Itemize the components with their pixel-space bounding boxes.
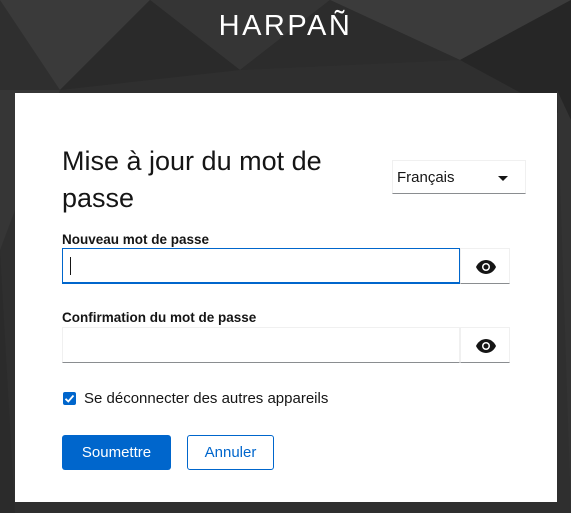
logout-others-label: Se déconnecter des autres appareils	[84, 390, 329, 407]
new-password-label: Nouveau mot de passe	[62, 232, 210, 247]
page-title: Mise à jour du mot de passe	[62, 146, 322, 213]
confirm-password-input[interactable]	[62, 327, 460, 363]
eye-icon	[476, 260, 496, 274]
update-password-card: Mise à jour du mot de passe Français Nou…	[15, 93, 557, 502]
show-confirm-password-button[interactable]	[460, 327, 510, 363]
language-selected-value: Français	[397, 169, 455, 186]
new-password-input[interactable]	[62, 248, 460, 284]
show-new-password-button[interactable]	[460, 248, 510, 284]
checkmark-icon	[64, 394, 75, 403]
eye-icon	[476, 339, 496, 353]
submit-button[interactable]: Soumettre	[62, 435, 171, 470]
caret-down-icon	[498, 176, 508, 181]
cancel-button[interactable]: Annuler	[187, 435, 274, 470]
confirm-password-label: Confirmation du mot de passe	[62, 310, 257, 325]
logout-others-checkbox[interactable]	[63, 392, 76, 405]
language-select[interactable]: Français	[392, 160, 526, 194]
text-cursor	[70, 257, 71, 275]
brand-logo: HARPAÑ	[218, 10, 353, 42]
